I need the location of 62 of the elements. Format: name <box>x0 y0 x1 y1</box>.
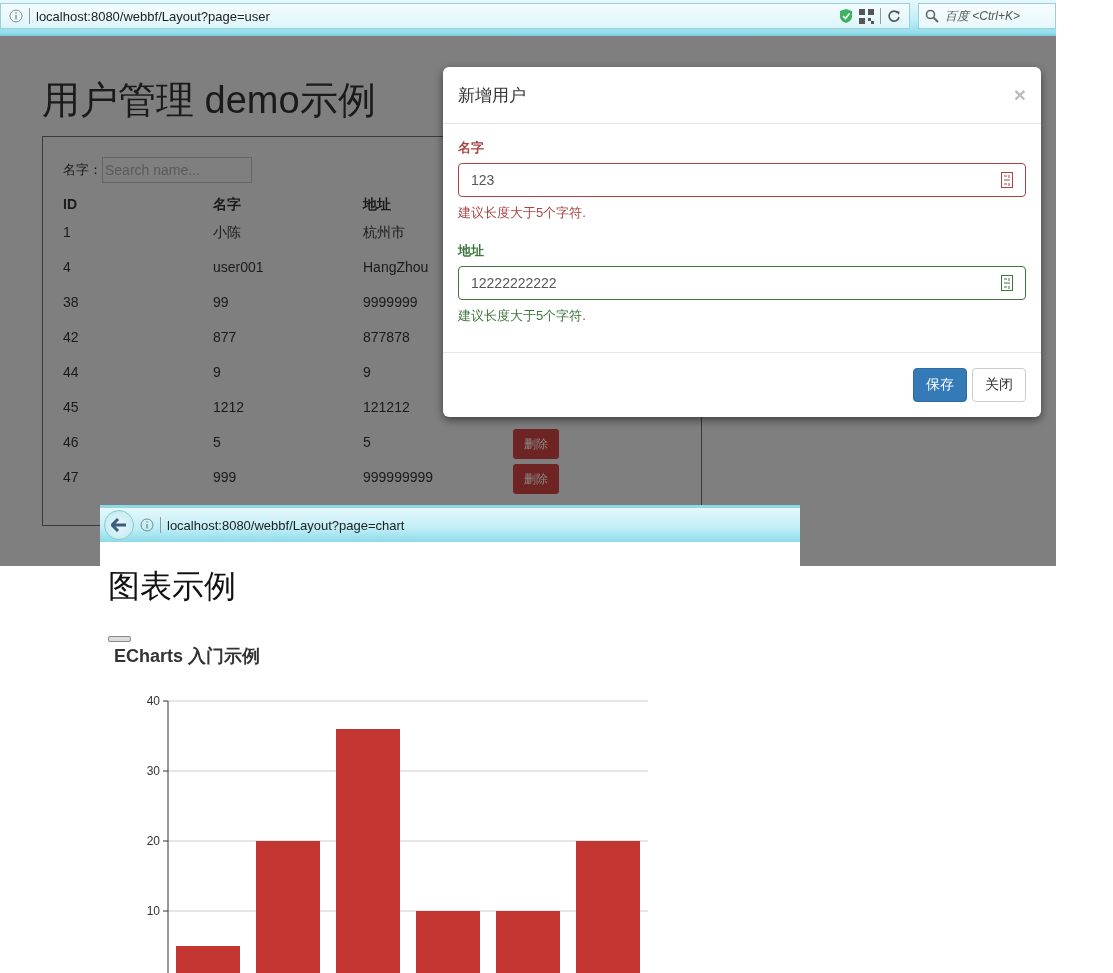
axis-tick-label: 40 <box>146 694 160 708</box>
table-cell: 999 <box>213 469 237 485</box>
table-cell: 42 <box>63 329 79 345</box>
qr-code-icon[interactable] <box>859 8 874 24</box>
table-cell: 4 <box>63 259 71 275</box>
feedback-icon <box>1001 275 1013 291</box>
small-button[interactable] <box>108 636 131 642</box>
refresh-icon[interactable] <box>887 9 901 23</box>
input-field[interactable]: 123 <box>458 163 1026 197</box>
table-cell: 5 <box>213 434 221 450</box>
back-arrow-icon <box>111 518 127 532</box>
filter-label: 名字： <box>63 161 102 179</box>
url-text: localhost:8080/webbf/Layout?page=user <box>36 8 270 24</box>
table-cell: 5 <box>363 434 371 450</box>
close-button[interactable]: 关闭 <box>972 368 1026 402</box>
table-cell: 877878 <box>363 329 410 345</box>
page-title: 图表示例 <box>108 567 237 606</box>
feedback-icon <box>1001 172 1013 188</box>
table-cell: HangZhou <box>363 259 429 275</box>
save-button[interactable]: 保存 <box>913 368 967 402</box>
url-text: localhost:8080/webbf/Layout?page=chart <box>167 517 405 533</box>
column-header: 名字 <box>213 196 241 212</box>
table-cell: 38 <box>63 294 79 310</box>
search-field[interactable]: 百度 <Ctrl+K> <box>918 3 1056 29</box>
table-cell: 45 <box>63 399 79 415</box>
table-cell: 1212 <box>213 399 245 415</box>
help-text: 建议长度大于5个字符. <box>458 307 587 325</box>
chart-bar <box>416 911 480 973</box>
table-cell: 121212 <box>363 399 410 415</box>
table-cell: 46 <box>63 434 79 450</box>
axis-tick-label: 30 <box>146 764 160 778</box>
address-bar[interactable]: localhost:8080/webbf/Layout?page=user <box>0 3 910 29</box>
table-cell: 9 <box>363 364 371 380</box>
modal-title: 新增用户 <box>458 84 526 107</box>
table-cell: 9999999 <box>363 294 418 310</box>
table-cell: 999999999 <box>363 469 434 485</box>
table-cell: 99 <box>213 294 229 310</box>
page-title: 用户管理 demo示例 <box>42 78 376 122</box>
chart-title: ECharts 入门示例 <box>114 645 262 668</box>
field-label: 名字 <box>458 139 485 157</box>
table-cell: user001 <box>213 259 264 275</box>
info-icon <box>9 9 23 23</box>
chart-bar <box>176 946 240 973</box>
shield-icon[interactable] <box>839 8 853 24</box>
table-cell: 9 <box>213 364 221 380</box>
chart-bar <box>496 911 560 973</box>
table-cell: 小陈 <box>213 224 241 240</box>
input-field[interactable]: 12222222222 <box>458 266 1026 300</box>
search-icon <box>925 9 939 23</box>
table-cell: 1 <box>63 224 71 240</box>
column-header: 地址 <box>363 196 391 212</box>
back-button[interactable] <box>104 510 134 540</box>
table-cell: 杭州市 <box>363 224 405 240</box>
info-icon <box>140 518 154 532</box>
axis-tick-label: 10 <box>146 904 160 918</box>
table-cell: 47 <box>63 469 79 485</box>
table-cell: 44 <box>63 364 79 380</box>
column-header: ID <box>63 196 77 212</box>
axis-tick-label: 20 <box>146 834 160 848</box>
field-label: 地址 <box>458 242 485 260</box>
help-text: 建议长度大于5个字符. <box>458 204 587 222</box>
table-cell: 877 <box>213 329 237 345</box>
